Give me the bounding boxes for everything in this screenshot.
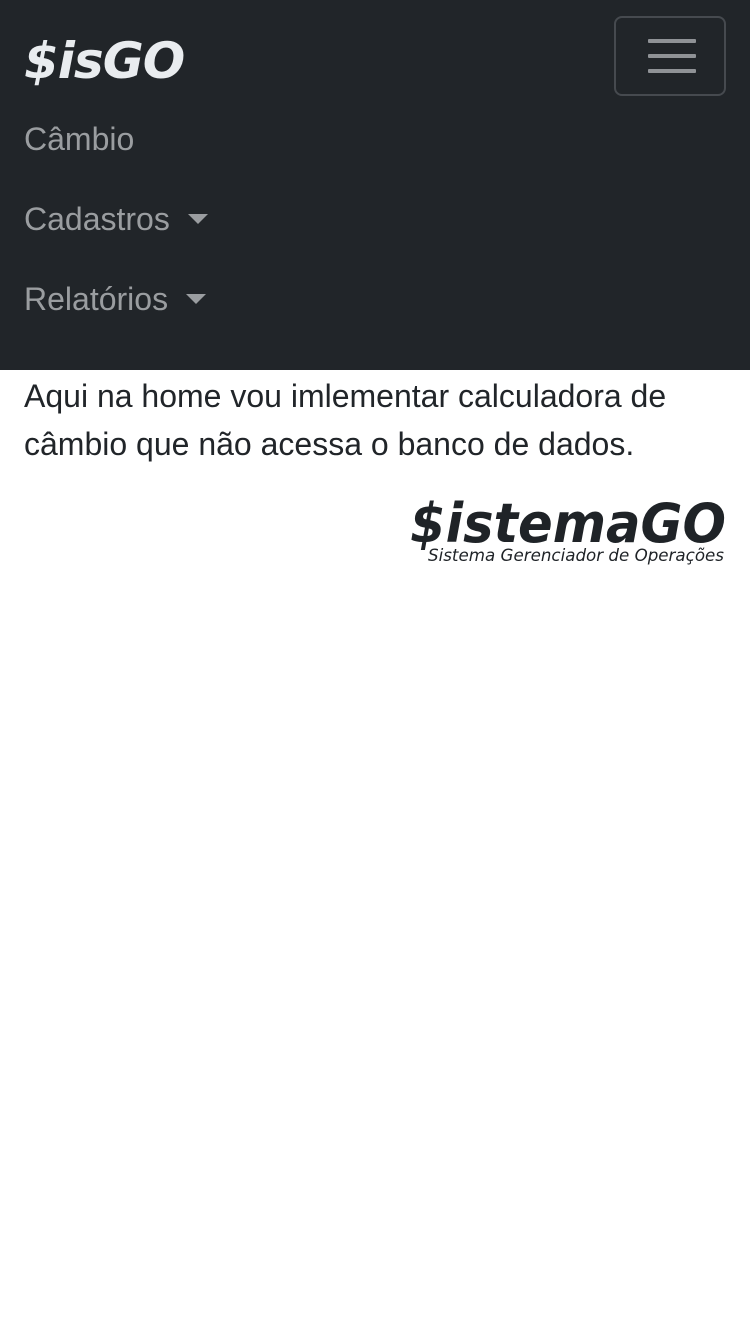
brand-logo[interactable]: $isGO — [24, 30, 185, 92]
navbar-toggler-button[interactable] — [614, 16, 726, 96]
sistemago-logo: $istemaGO Sistema Gerenciador de Operaçõ… — [410, 492, 726, 565]
nav-item-cadastros-dropdown[interactable]: Cadastros — [24, 195, 208, 243]
caret-down-icon — [186, 294, 207, 304]
nav-item-label: Cadastros — [24, 201, 170, 237]
navbar: $isGO Câmbio Cadastros Relatórios — [0, 0, 750, 370]
logo-subtitle: Sistema Gerenciador de Operações — [428, 546, 724, 565]
nav-item-relatorios-dropdown[interactable]: Relatórios — [24, 275, 207, 323]
caret-down-icon — [187, 214, 208, 224]
home-message: Aqui na home vou imlementar calculadora … — [24, 378, 667, 462]
nav-item-label: Câmbio — [24, 121, 135, 157]
nav-item-cambio[interactable]: Câmbio — [24, 115, 134, 163]
nav-item-label: Relatórios — [24, 281, 169, 317]
